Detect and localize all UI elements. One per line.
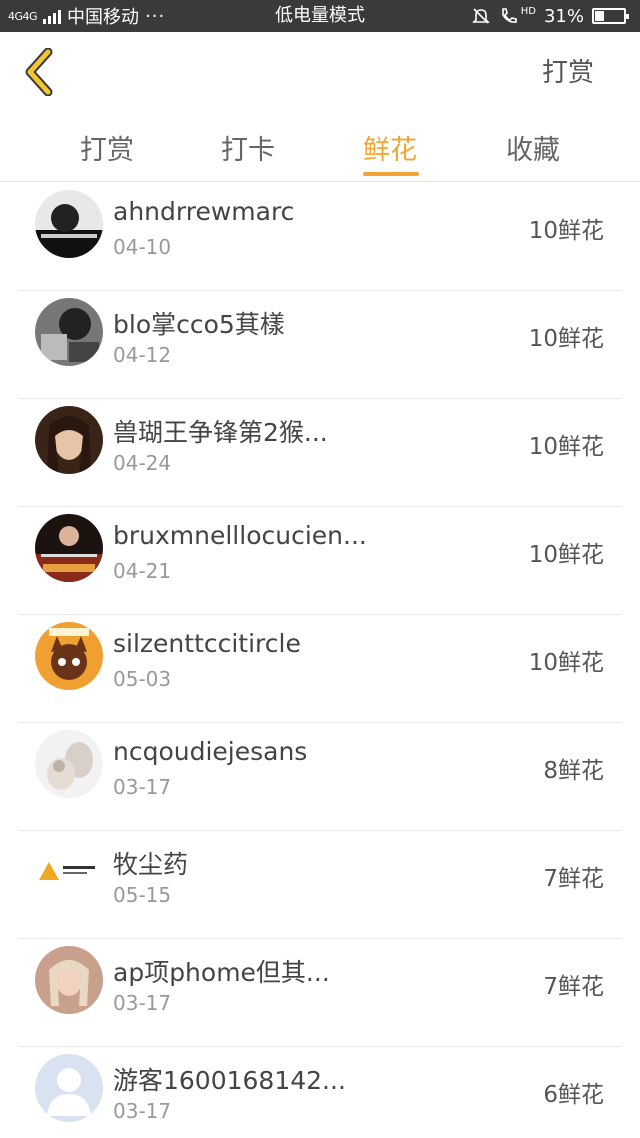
avatar [35, 190, 103, 258]
list-item[interactable]: 游客1600168142... 03-17 6鲜花 [18, 1047, 622, 1138]
user-name: blo掌cco5萁樣 [113, 310, 285, 339]
flower-amount: 6鲜花 [543, 1082, 604, 1108]
avatar [35, 298, 103, 366]
user-name: silzenttccitircle [113, 629, 301, 658]
avatar [35, 946, 103, 1014]
entry-date: 04-21 [113, 559, 172, 583]
flower-amount: 8鲜花 [543, 758, 604, 784]
back-button[interactable] [20, 47, 64, 97]
tab-flowers[interactable]: 鲜花 [345, 128, 435, 167]
battery-percent: 31% [543, 5, 584, 27]
entry-date: 04-24 [113, 451, 172, 475]
entry-date: 05-15 [113, 883, 172, 907]
list-item[interactable]: ncqoudiejesans 03-17 8鲜花 [18, 723, 622, 831]
entry-date: 03-17 [113, 1099, 172, 1123]
entry-date: 05-03 [113, 667, 172, 691]
flower-amount: 10鲜花 [528, 542, 604, 568]
chevron-left-icon [25, 47, 53, 97]
carrier-name: 中国移动 [67, 7, 140, 28]
avatar [35, 514, 103, 582]
network-type: 4G4G [8, 9, 38, 23]
user-name: 牧尘药 [113, 850, 189, 879]
more-notifications-icon: ··· [145, 5, 166, 27]
status-right: HD 31% [471, 0, 630, 32]
mute-bell-icon [471, 8, 490, 24]
signal-icon [43, 8, 62, 24]
volte-call-icon [501, 8, 517, 23]
avatar [35, 1054, 103, 1122]
user-name: 兽瑚王争锋第2猴... [113, 418, 328, 447]
avatar [35, 622, 103, 690]
user-name: ncqoudiejesans [113, 737, 308, 766]
tab-reward[interactable]: 打赏 [62, 128, 152, 167]
flower-amount: 7鲜花 [543, 974, 604, 1000]
avatar [35, 838, 103, 906]
user-name: bruxmnelllocucien... [113, 521, 367, 550]
list-item[interactable]: 兽瑚王争锋第2猴... 04-24 10鲜花 [18, 399, 622, 507]
battery-icon [592, 8, 629, 24]
list-item[interactable]: 牧尘药 05-15 7鲜花 [18, 831, 622, 939]
hd-label: HD [520, 5, 536, 17]
tab-checkin[interactable]: 打卡 [203, 128, 293, 167]
entry-date: 04-12 [113, 343, 172, 367]
tab-favorites[interactable]: 收藏 [488, 128, 578, 167]
list-item[interactable]: silzenttccitircle 05-03 10鲜花 [18, 615, 622, 723]
user-name: ahndrrewmarc [113, 197, 295, 226]
list-item[interactable]: bruxmnelllocucien... 04-21 10鲜花 [18, 507, 622, 615]
flower-amount: 7鲜花 [543, 866, 604, 892]
user-name: ap项phome但其... [113, 958, 330, 987]
flower-amount: 10鲜花 [528, 218, 604, 244]
list-item[interactable]: ap项phome但其... 03-17 7鲜花 [18, 939, 622, 1047]
active-tab-indicator [363, 172, 419, 176]
entry-date: 03-17 [113, 991, 172, 1015]
battery-level [595, 11, 604, 21]
top-nav: 打赏 [0, 32, 640, 112]
reward-button[interactable]: 打赏 [542, 52, 594, 89]
list-item[interactable]: blo掌cco5萁樣 04-12 10鲜花 [18, 291, 622, 399]
user-name: 游客1600168142... [113, 1066, 346, 1095]
avatar [35, 730, 103, 798]
entry-date: 03-17 [113, 775, 172, 799]
tab-bar: 打赏 打卡 鲜花 收藏 [0, 112, 640, 182]
avatar [35, 406, 103, 474]
list-item[interactable]: ahndrrewmarc 04-10 10鲜花 [18, 183, 622, 291]
entry-date: 04-10 [113, 235, 172, 259]
flower-amount: 10鲜花 [528, 650, 604, 676]
flower-amount: 10鲜花 [528, 326, 604, 352]
flower-amount: 10鲜花 [528, 434, 604, 460]
status-bar: 4G4G 中国移动 ··· 低电量模式 HD 31% [0, 0, 640, 32]
status-left: 4G4G 中国移动 ··· [8, 0, 165, 32]
